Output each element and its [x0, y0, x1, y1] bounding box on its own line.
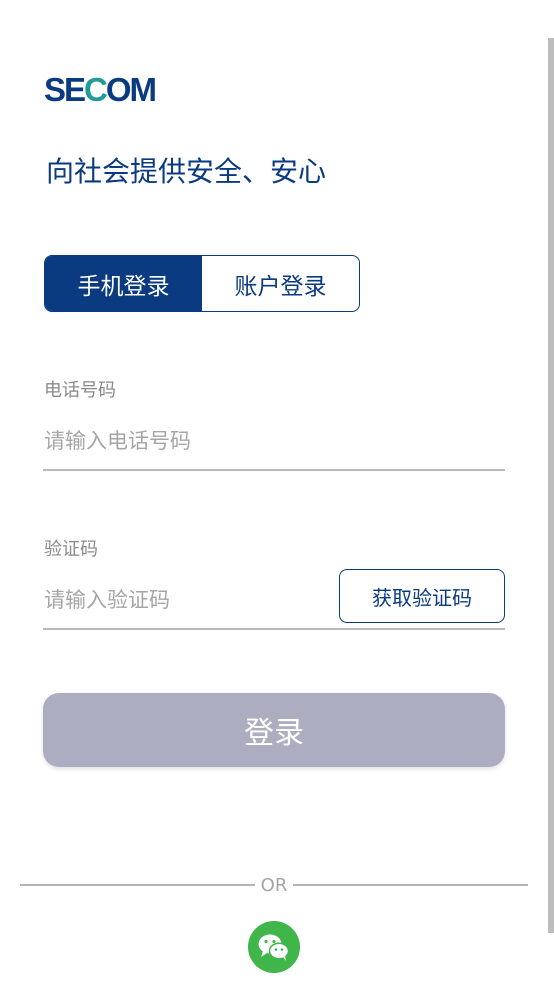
phone-input[interactable] [44, 417, 504, 465]
login-button[interactable]: 登录 [43, 693, 505, 767]
or-divider: OR [20, 872, 528, 898]
phone-underline [43, 469, 505, 471]
login-method-switch: 手机登录 账户登录 [44, 255, 360, 312]
wechat-icon [258, 934, 290, 961]
verification-code-input[interactable] [44, 576, 324, 624]
code-label: 验证码 [44, 539, 98, 560]
get-code-button[interactable]: 获取验证码 [339, 569, 505, 623]
secom-logo: SECOM [44, 71, 157, 108]
scrollbar[interactable] [548, 38, 554, 933]
wechat-login-button[interactable] [248, 921, 300, 973]
tab-account-login[interactable]: 账户登录 [202, 256, 359, 311]
tab-phone-login[interactable]: 手机登录 [45, 256, 202, 311]
or-text: OR [260, 874, 288, 896]
phone-label: 电话号码 [44, 380, 116, 401]
code-underline [43, 628, 505, 630]
divider-line-left [20, 884, 255, 886]
divider-line-right [293, 884, 528, 886]
tagline: 向社会提供安全、安心 [46, 155, 327, 188]
